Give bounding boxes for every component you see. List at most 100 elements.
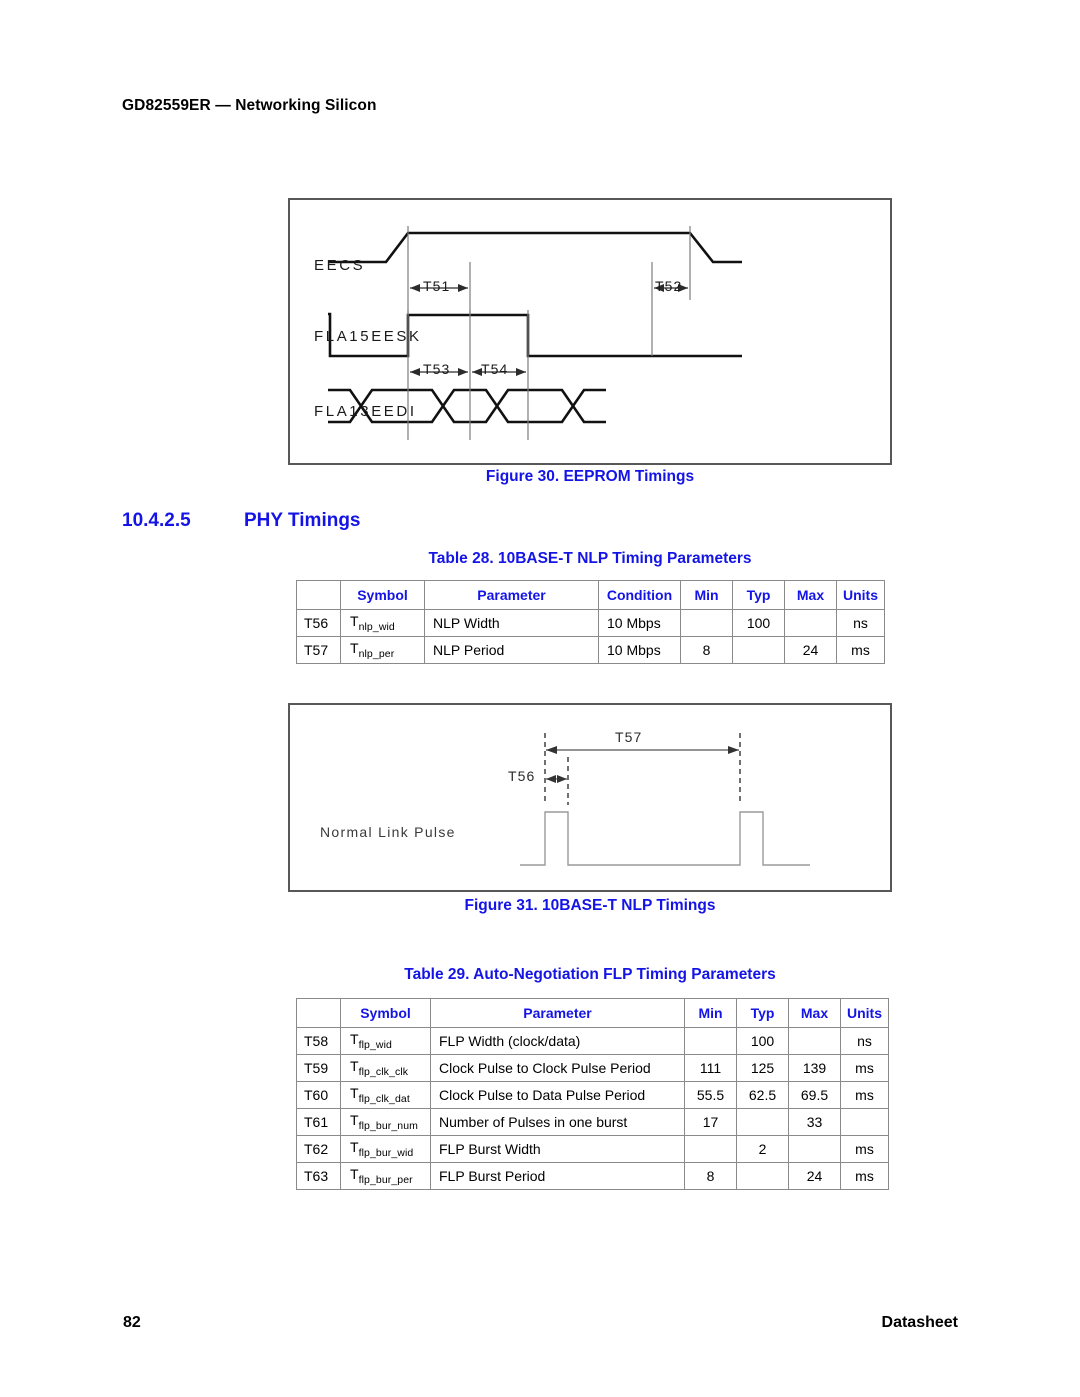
cell-typ: 100 (732, 609, 785, 637)
table-row: T63 Tflp_bur_per FLP Burst Period 8 24 ms (296, 1162, 889, 1190)
cell-symbol: Tflp_bur_wid (340, 1135, 431, 1163)
nlp-waveform-svg (520, 733, 810, 866)
symbol-base: T (350, 1138, 359, 1155)
cell-max (784, 609, 837, 637)
section-number: 10.4.2.5 (122, 510, 191, 531)
cell-typ: 100 (736, 1027, 789, 1055)
cell-units (840, 1108, 889, 1136)
cell-units: ms (840, 1162, 889, 1190)
symbol-subscript: flp_clk_dat (358, 1092, 410, 1105)
th-units: Units (840, 998, 889, 1028)
symbol-subscript: flp_bur_wid (358, 1146, 414, 1159)
cell-id: T56 (296, 609, 341, 637)
cell-id: T59 (296, 1054, 341, 1082)
table-29-header-row: Symbol Parameter Min Typ Max Units (296, 998, 889, 1028)
th-parameter: Parameter (430, 998, 685, 1028)
cell-min: 17 (684, 1108, 737, 1136)
cell-parameter: FLP Burst Width (430, 1135, 685, 1163)
th-min: Min (684, 998, 737, 1028)
cell-typ: 62.5 (736, 1081, 789, 1109)
datasheet-page: GD82559ER — Networking Silicon EECS FLA1… (0, 0, 1080, 1397)
table-row: T60 Tflp_clk_dat Clock Pulse to Data Pulse… (296, 1081, 889, 1109)
marker-t53: T53 (423, 361, 451, 377)
table-29-title: Table 29. Auto-Negotiation FLP Timing Pa… (404, 966, 776, 983)
cell-id: T58 (296, 1027, 341, 1055)
cell-symbol: Tflp_bur_num (340, 1108, 431, 1136)
table-row: T59 Tflp_clk_clk Clock Pulse to Clock Puls… (296, 1054, 889, 1082)
section-heading-phy-timings: 10.4.2.5 PHY Timings (122, 510, 361, 532)
cell-max (788, 1027, 841, 1055)
figure-30-caption: Figure 30. EEPROM Timings (485, 468, 695, 485)
page-number: 82 (123, 1314, 141, 1331)
marker-t57: T57 (615, 729, 643, 745)
cell-max (788, 1135, 841, 1163)
th-symbol: Symbol (340, 580, 425, 610)
t56-dimension (546, 775, 567, 783)
cell-max: 139 (788, 1054, 841, 1082)
t57-dimension (546, 746, 739, 754)
cell-max: 33 (788, 1108, 841, 1136)
cell-condition: 10 Mbps (598, 636, 681, 664)
cell-typ (732, 636, 785, 664)
figure-31-nlp-timing-diagram: Normal Link Pulse T57 T56 (288, 703, 892, 892)
figure-30-eeprom-timing-diagram: EECS FLA15EESK FLA13EEDI T51 T52 T53 T54 (288, 198, 892, 465)
symbol-subscript: nlp_wid (358, 620, 395, 633)
symbol-subscript: flp_bur_num (358, 1119, 419, 1132)
th-index (296, 580, 341, 610)
section-title: PHY Timings (244, 510, 361, 531)
cell-typ (736, 1162, 789, 1190)
cell-units: ms (840, 1054, 889, 1082)
symbol-base: T (350, 1057, 359, 1074)
table-28-nlp-timing-parameters: Symbol Parameter Condition Min Typ Max U… (296, 580, 885, 664)
th-typ: Typ (732, 580, 785, 610)
th-parameter: Parameter (424, 580, 599, 610)
cell-max: 24 (784, 636, 837, 664)
table-row: T58 Tflp_wid FLP Width (clock/data) 100 ns (296, 1027, 889, 1055)
footer-label: Datasheet (881, 1314, 958, 1331)
cell-condition: 10 Mbps (598, 609, 681, 637)
cell-min: 111 (684, 1054, 737, 1082)
symbol-base: T (350, 612, 359, 629)
cell-id: T60 (296, 1081, 341, 1109)
cell-id: T61 (296, 1108, 341, 1136)
cell-id: T62 (296, 1135, 341, 1163)
cell-parameter: Clock Pulse to Data Pulse Period (430, 1081, 685, 1109)
th-max: Max (788, 998, 841, 1028)
cell-symbol: Tflp_clk_clk (340, 1054, 431, 1082)
cell-max: 69.5 (788, 1081, 841, 1109)
cell-typ (736, 1108, 789, 1136)
th-condition: Condition (598, 580, 681, 610)
cell-min: 55.5 (684, 1081, 737, 1109)
cell-id: T63 (296, 1162, 341, 1190)
signal-label-fla15eesk: FLA15EESK (314, 328, 422, 345)
cell-symbol: Tnlp_wid (340, 609, 425, 637)
cell-symbol: Tflp_bur_per (340, 1162, 431, 1190)
table-row: T57 Tnlp_per NLP Period 10 Mbps 8 24 ms (296, 636, 885, 664)
cell-parameter: Clock Pulse to Clock Pulse Period (430, 1054, 685, 1082)
marker-t56: T56 (508, 768, 536, 784)
cell-units: ns (840, 1027, 889, 1055)
cell-min: 8 (684, 1162, 737, 1190)
symbol-base: T (350, 1111, 359, 1128)
cell-id: T57 (296, 636, 341, 664)
symbol-base: T (350, 639, 359, 656)
cell-min (680, 609, 733, 637)
eecs-waveform (328, 231, 742, 264)
symbol-base: T (350, 1084, 359, 1101)
th-min: Min (680, 580, 733, 610)
symbol-base: T (350, 1165, 359, 1182)
cell-max: 24 (788, 1162, 841, 1190)
running-header: GD82559ER — Networking Silicon (122, 97, 377, 114)
signal-label-eecs: EECS (314, 257, 366, 274)
signal-label-fla13eedi: FLA13EEDI (314, 403, 417, 420)
th-index (296, 998, 341, 1028)
cell-min: 8 (680, 636, 733, 664)
table-row: T62 Tflp_bur_wid FLP Burst Width 2 ms (296, 1135, 889, 1163)
cell-symbol: Tflp_wid (340, 1027, 431, 1055)
cell-parameter: Number of Pulses in one burst (430, 1108, 685, 1136)
symbol-subscript: flp_bur_per (358, 1173, 413, 1186)
cell-typ: 2 (736, 1135, 789, 1163)
cell-units: ns (836, 609, 885, 637)
table-row: T56 Tnlp_wid NLP Width 10 Mbps 100 ns (296, 609, 885, 637)
cell-min (684, 1135, 737, 1163)
